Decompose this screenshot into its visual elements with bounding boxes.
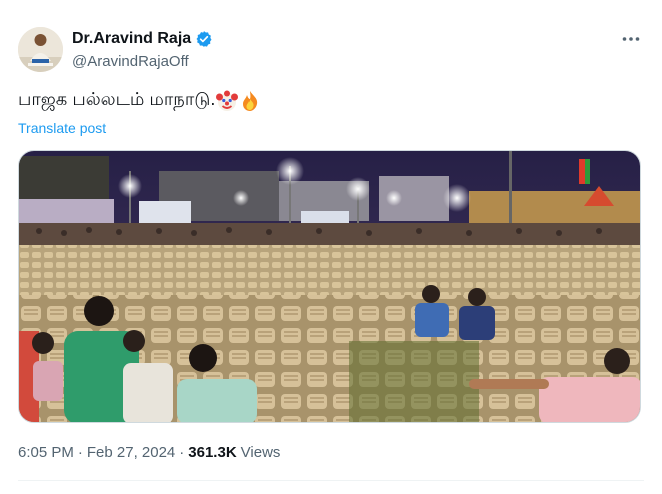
tweet-text-body: பாஜக பல்லடம் மாநாடு.: [18, 89, 216, 109]
translate-post-link[interactable]: Translate post: [18, 120, 106, 136]
tweet-text: பாஜக பல்லடம் மாநாடு.: [18, 89, 261, 112]
clown-face-icon: [216, 90, 239, 112]
author-display-name[interactable]: Dr.Aravind Raja: [72, 30, 191, 48]
tweet-card: Dr.Aravind Raja @AravindRajaOff பாஜக பல்…: [0, 0, 662, 494]
divider: [18, 480, 644, 481]
tweet-meta: 6:05 PM · Feb 27, 2024 · 361.3K Views: [18, 444, 280, 461]
views-count: 361.3K: [188, 444, 237, 461]
author-name-row: Dr.Aravind Raja: [72, 29, 213, 49]
meta-separator-2: ·: [179, 444, 185, 461]
tweet-time[interactable]: 6:05 PM: [18, 444, 74, 461]
avatar[interactable]: [18, 27, 63, 72]
tweet-photo[interactable]: [18, 150, 641, 423]
author-handle[interactable]: @AravindRajaOff: [72, 53, 213, 70]
views-label: Views: [240, 444, 281, 461]
verified-badge-icon: [195, 30, 213, 48]
meta-separator: ·: [77, 444, 83, 461]
fire-icon: [239, 90, 261, 112]
more-dots-icon: [622, 37, 640, 41]
author-block: Dr.Aravind Raja @AravindRajaOff: [72, 29, 213, 70]
event-ground-photo: [19, 151, 640, 422]
more-options-button[interactable]: [620, 30, 642, 48]
tweet-date[interactable]: Feb 27, 2024: [87, 444, 175, 461]
